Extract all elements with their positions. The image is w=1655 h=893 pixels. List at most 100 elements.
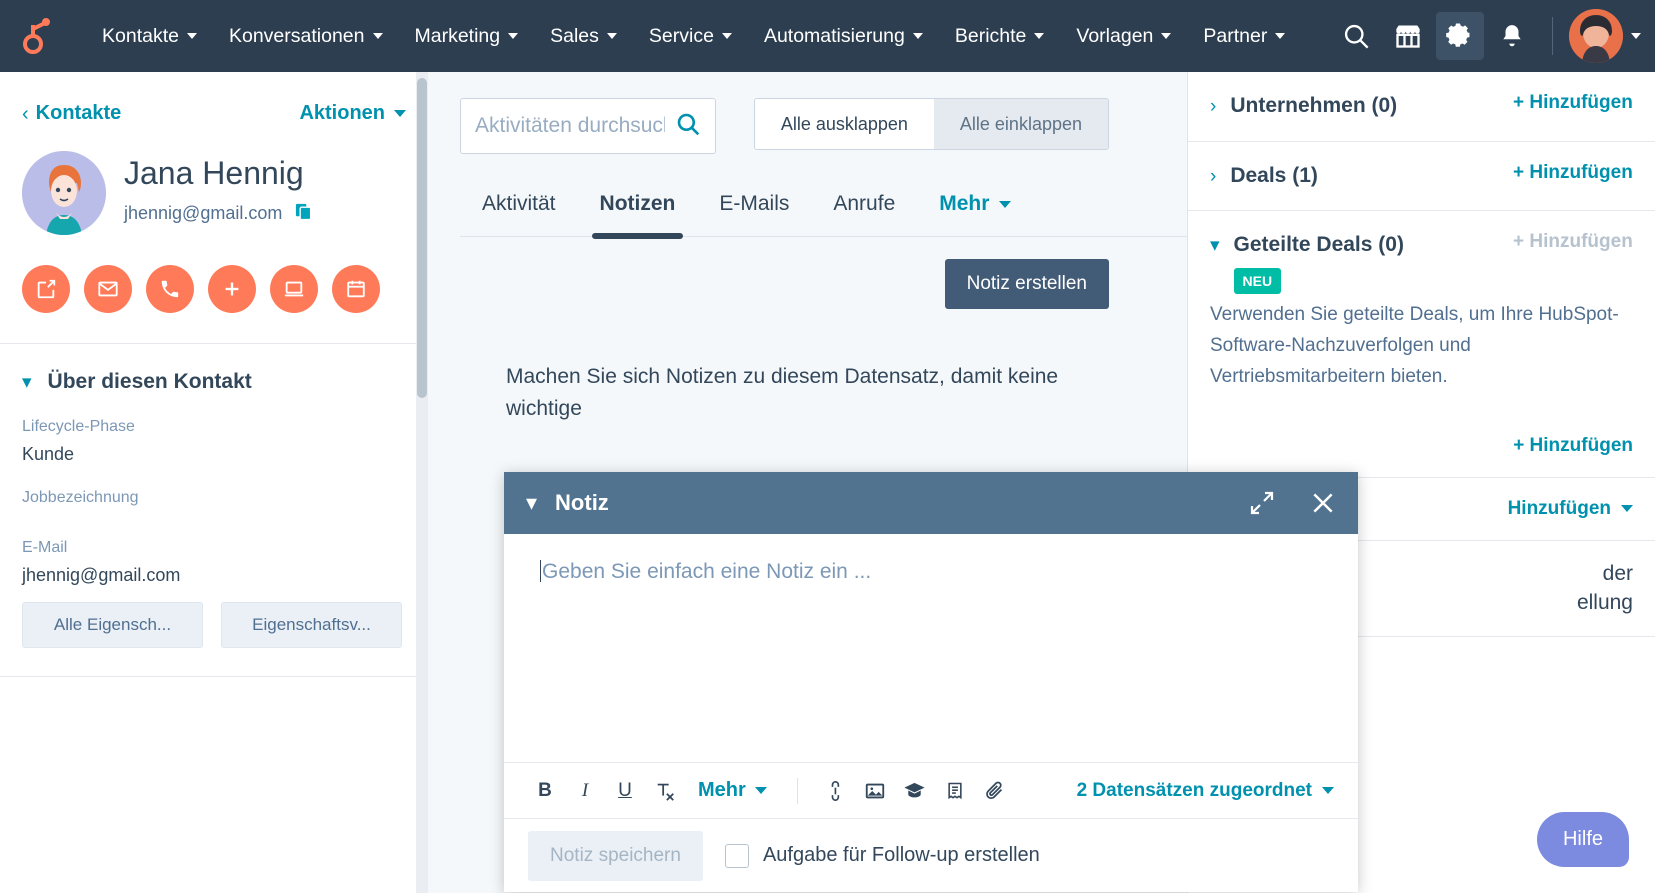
chevron-down-icon xyxy=(1034,33,1044,39)
nav-item-berichte[interactable]: Berichte xyxy=(939,15,1061,58)
expand-icon[interactable] xyxy=(1250,491,1274,515)
tab-notizen[interactable]: Notizen xyxy=(578,182,698,236)
quick-actions-row xyxy=(22,235,406,343)
nav-label: Berichte xyxy=(955,25,1027,48)
expand-collapse-toggle: Alle ausklappen Alle einklappen xyxy=(754,98,1109,150)
notes-empty-state-text: Machen Sie sich Notizen zu diesem Datens… xyxy=(460,309,1187,424)
chevron-down-icon[interactable]: ▾ xyxy=(526,490,537,516)
clear-format-icon[interactable] xyxy=(648,774,682,808)
contact-identity: Jana Hennig jhennig@gmail.com xyxy=(22,125,406,235)
contact-text-block: Jana Hennig jhennig@gmail.com xyxy=(124,151,313,226)
contact-header-card: ‹ Kontakte Aktionen xyxy=(0,72,428,344)
note-icon[interactable] xyxy=(22,265,70,313)
document-icon[interactable] xyxy=(938,774,972,808)
plus-icon[interactable] xyxy=(208,265,256,313)
add-geteilte-deals-link: + Hinzufügen xyxy=(1513,231,1633,253)
close-icon[interactable] xyxy=(1310,490,1336,516)
chevron-right-icon[interactable]: › xyxy=(1210,92,1216,121)
bold-icon[interactable]: B xyxy=(528,774,562,808)
page-body: ‹ Kontakte Aktionen xyxy=(0,72,1655,893)
followup-task-checkbox[interactable] xyxy=(725,844,749,868)
placeholder-text: Geben Sie einfach eine Notiz ein ... xyxy=(542,560,871,583)
nav-label: Service xyxy=(649,25,714,48)
chevron-left-icon: ‹ xyxy=(22,104,29,124)
nav-item-konversationen[interactable]: Konversationen xyxy=(213,15,399,58)
property-lifecycle-phase: Lifecycle-Phase Kunde xyxy=(22,394,406,465)
tab-aktivitaet[interactable]: Aktivität xyxy=(460,182,578,236)
about-section-header[interactable]: ▾ Über diesen Kontakt xyxy=(22,344,406,394)
nav-item-automatisierung[interactable]: Automatisierung xyxy=(748,15,939,58)
main-menu: Kontakte Konversationen Marketing Sales … xyxy=(86,15,1332,58)
italic-icon[interactable]: I xyxy=(568,774,602,808)
search-icon[interactable] xyxy=(1332,12,1380,60)
save-note-button[interactable]: Notiz speichern xyxy=(528,831,703,881)
sidebar-scrollbar-thumb[interactable] xyxy=(417,78,427,398)
underline-icon[interactable]: U xyxy=(608,774,642,808)
section-unternehmen: › Unternehmen (0) + Hinzufügen xyxy=(1188,72,1655,142)
knowledge-icon[interactable] xyxy=(898,774,932,808)
actions-dropdown[interactable]: Aktionen xyxy=(299,102,406,125)
followup-task-checkbox-row[interactable]: Aufgabe für Follow-up erstellen xyxy=(725,844,1040,868)
marketplace-icon[interactable] xyxy=(1384,12,1432,60)
top-navigation-bar: Kontakte Konversationen Marketing Sales … xyxy=(0,0,1655,72)
nav-item-kontakte[interactable]: Kontakte xyxy=(86,15,213,58)
collapse-all-button[interactable]: Alle einklappen xyxy=(934,99,1108,149)
search-icon[interactable] xyxy=(675,111,701,142)
italic-glyph: I xyxy=(582,780,588,802)
attachment-icon[interactable] xyxy=(978,774,1012,808)
section-title: Unternehmen (0) xyxy=(1230,92,1499,120)
nav-item-service[interactable]: Service xyxy=(633,15,748,58)
associations-label: 2 Datensätzen zugeordnet xyxy=(1077,780,1312,802)
tab-mehr[interactable]: Mehr xyxy=(917,182,1033,236)
property-value[interactable]: jhennig@gmail.com xyxy=(22,557,406,586)
property-email: E-Mail jhennig@gmail.com xyxy=(22,515,406,586)
property-history-button[interactable]: Eigenschaftsv... xyxy=(221,602,402,648)
chevron-down-icon xyxy=(1621,505,1633,512)
hubspot-sprocket-logo[interactable] xyxy=(14,13,60,59)
chevron-down-icon xyxy=(394,110,406,117)
image-icon[interactable] xyxy=(858,774,892,808)
email-icon[interactable] xyxy=(84,265,132,313)
nav-label: Vorlagen xyxy=(1076,25,1153,48)
nav-item-partner[interactable]: Partner xyxy=(1187,15,1301,58)
modal-body[interactable]: Geben Sie einfach eine Notiz ein ... xyxy=(504,534,1358,762)
more-label: Mehr xyxy=(698,779,746,802)
property-value[interactable] xyxy=(22,507,406,515)
contact-sidebar: ‹ Kontakte Aktionen xyxy=(0,72,428,893)
property-value[interactable]: Kunde xyxy=(22,436,406,465)
link-icon[interactable] xyxy=(818,774,852,808)
expand-all-button[interactable]: Alle ausklappen xyxy=(755,99,934,149)
search-input[interactable] xyxy=(475,114,665,138)
add-link[interactable]: + Hinzufügen xyxy=(1513,435,1633,457)
chevron-down-icon[interactable]: ▾ xyxy=(1210,231,1220,260)
all-properties-button[interactable]: Alle Eigensch... xyxy=(22,602,203,648)
notifications-bell-icon[interactable] xyxy=(1488,12,1536,60)
chevron-right-icon[interactable]: › xyxy=(1210,162,1216,191)
nav-item-marketing[interactable]: Marketing xyxy=(399,15,535,58)
editor-toolbar: B I U Mehr xyxy=(504,762,1358,818)
more-format-dropdown[interactable]: Mehr xyxy=(688,779,777,802)
call-icon[interactable] xyxy=(146,265,194,313)
nav-item-vorlagen[interactable]: Vorlagen xyxy=(1060,15,1187,58)
add-deal-link[interactable]: + Hinzufügen xyxy=(1513,162,1633,184)
help-button[interactable]: Hilfe xyxy=(1537,812,1629,867)
section-geteilte-deals: ▾ Geteilte Deals (0) NEU + Hinzufügen xyxy=(1188,211,1655,300)
add-unternehmen-link[interactable]: + Hinzufügen xyxy=(1513,92,1633,114)
nav-label: Marketing xyxy=(415,25,501,48)
associations-dropdown[interactable]: 2 Datensätzen zugeordnet xyxy=(1077,780,1334,802)
create-note-button[interactable]: Notiz erstellen xyxy=(945,259,1109,309)
task-icon[interactable] xyxy=(332,265,380,313)
tab-anrufe[interactable]: Anrufe xyxy=(811,182,917,236)
user-account-menu[interactable] xyxy=(1569,9,1641,63)
tab-emails[interactable]: E-Mails xyxy=(697,182,811,236)
note-editor-placeholder[interactable]: Geben Sie einfach eine Notiz ein ... xyxy=(540,560,1322,584)
meeting-icon[interactable] xyxy=(270,265,318,313)
chevron-down-icon xyxy=(607,33,617,39)
chevron-down-icon xyxy=(913,33,923,39)
back-to-contacts-link[interactable]: ‹ Kontakte xyxy=(22,102,121,125)
gear-icon[interactable] xyxy=(1436,12,1484,60)
search-activities-box[interactable] xyxy=(460,98,716,154)
add-dropdown[interactable]: Hinzufügen xyxy=(1508,498,1633,520)
copy-icon[interactable] xyxy=(294,202,313,226)
nav-item-sales[interactable]: Sales xyxy=(534,15,633,58)
